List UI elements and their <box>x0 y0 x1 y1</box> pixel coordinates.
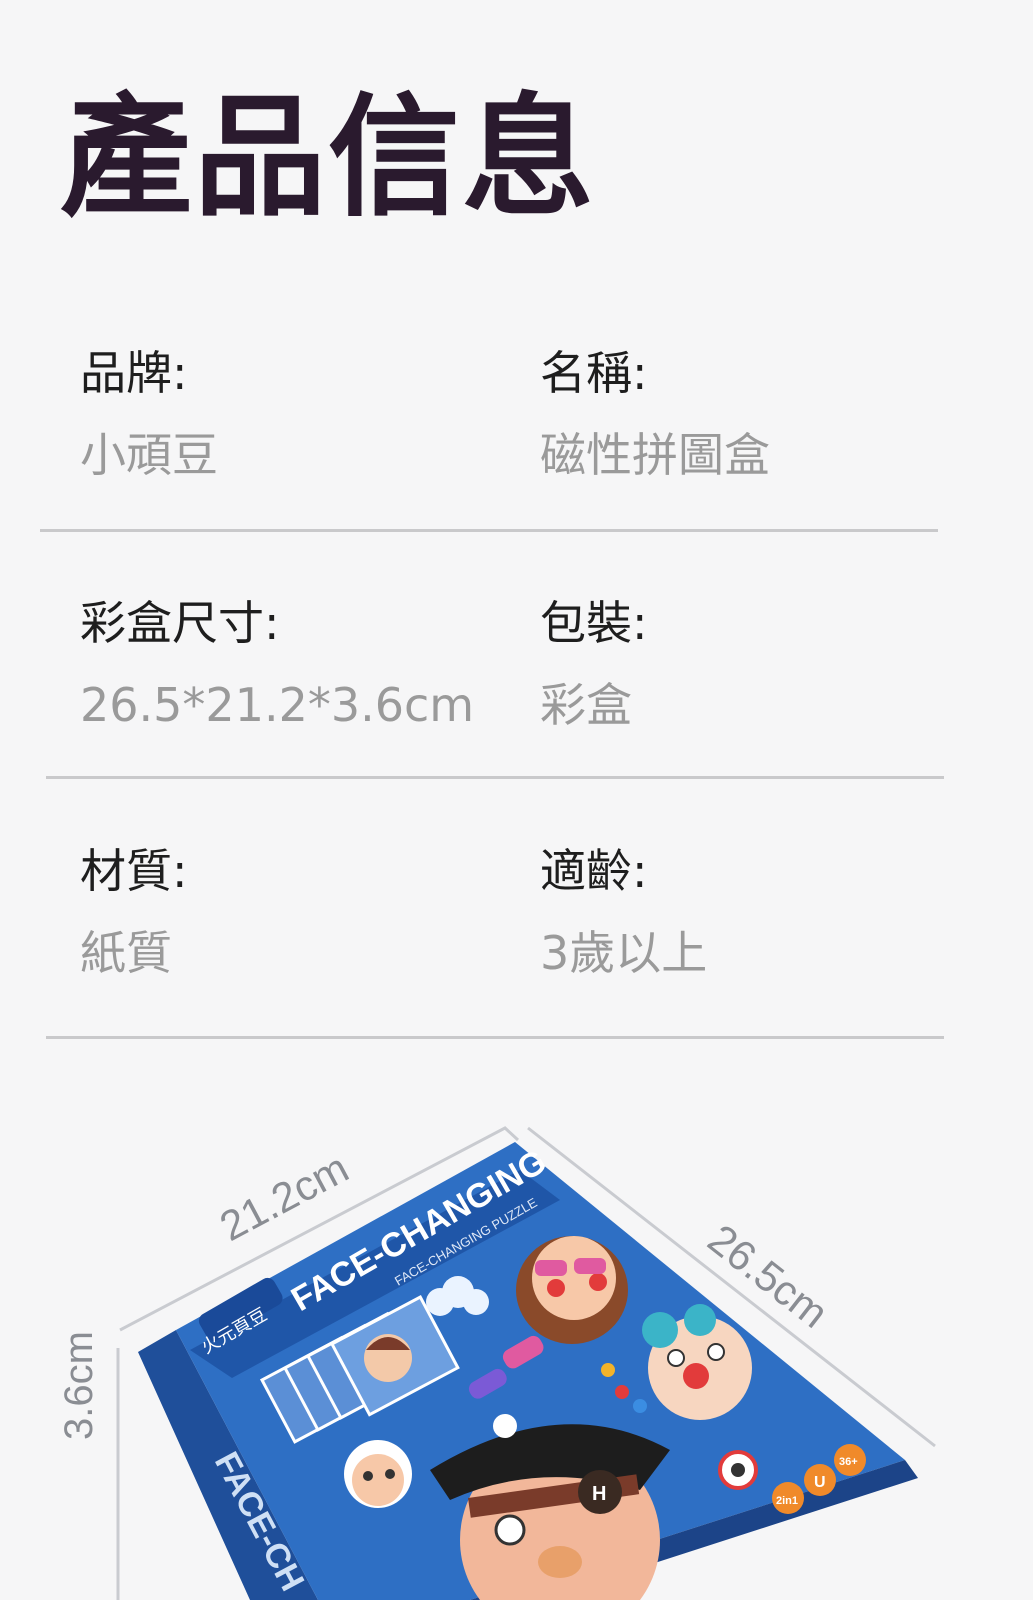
svg-text:H: H <box>592 1483 606 1505</box>
spec-label-name: 名稱: <box>540 346 648 400</box>
spec-label-material: 材質: <box>80 844 188 898</box>
girl-face <box>516 1236 628 1344</box>
grandma-face <box>344 1440 412 1508</box>
divider <box>40 529 938 532</box>
badge-2in1-label: 2in1 <box>776 1495 798 1507</box>
spec-label-age: 適齡: <box>540 844 648 898</box>
page-title: 產品信息 <box>60 81 596 235</box>
spec-label-box-size: 彩盒尺寸: <box>80 596 280 650</box>
spec-label-brand: 品牌: <box>80 346 188 400</box>
dimension-depth-label: 3.6cm <box>57 1331 101 1440</box>
dimension-width-label: 21.2cm <box>212 1144 356 1250</box>
spec-value-age: 3歲以上 <box>540 926 708 980</box>
spec-value-material: 紙質 <box>80 926 172 980</box>
spec-value-box-size: 26.5*21.2*3.6cm <box>80 678 475 732</box>
badge-age-label: 36+ <box>839 1456 858 1468</box>
spec-value-name: 磁性拼圖盒 <box>540 428 770 482</box>
divider <box>46 776 944 779</box>
spec-value-packaging: 彩盒 <box>540 678 632 732</box>
badge-u-label: U <box>814 1474 826 1491</box>
divider <box>46 1036 944 1039</box>
spec-value-brand: 小頑豆 <box>80 428 218 482</box>
spec-label-packaging: 包裝: <box>540 596 648 650</box>
product-box-illustration: 21.2cm 26.5cm 3.6cm FACE-CHANGING FACE-C… <box>57 1126 936 1600</box>
